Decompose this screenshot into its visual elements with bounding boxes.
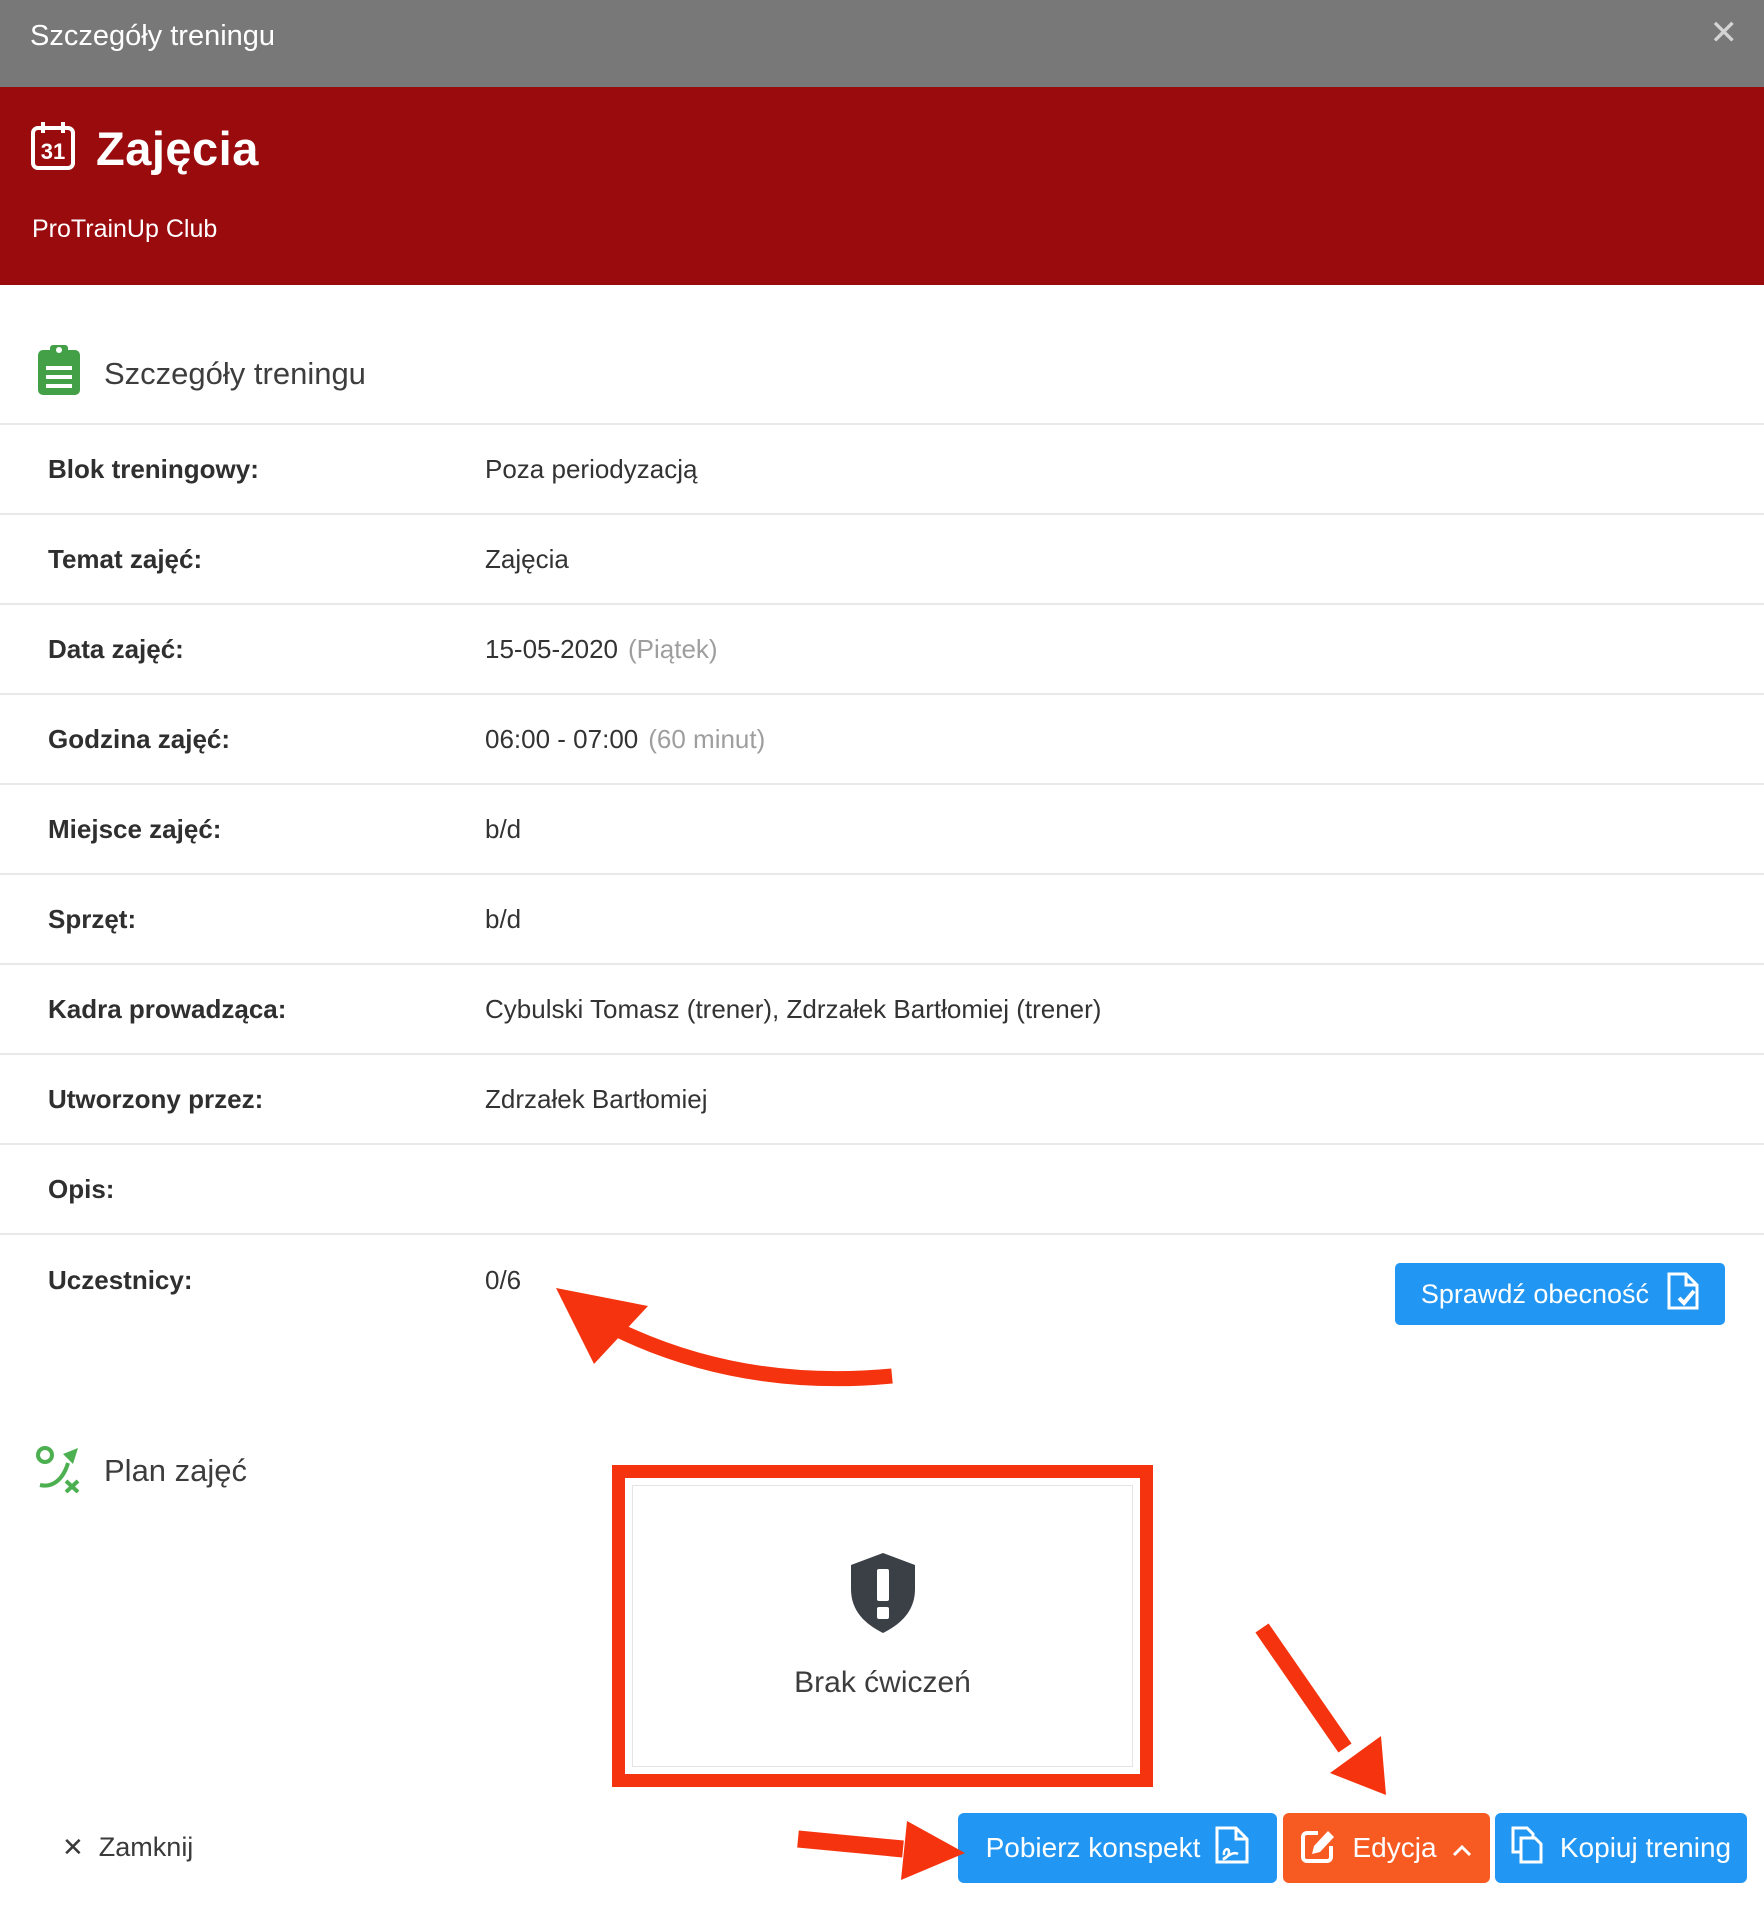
- edit-pencil-icon: [1301, 1827, 1337, 1870]
- shield-exclamation-icon: [851, 1553, 915, 1638]
- row-value-text: Zajęcia: [485, 544, 569, 574]
- copy-button-label: Kopiuj trening: [1560, 1832, 1731, 1864]
- table-row: Miejsce zajęć: b/d: [0, 783, 1764, 873]
- copy-training-button[interactable]: Kopiuj trening: [1495, 1813, 1747, 1883]
- row-label: Utworzony przez:: [0, 1084, 485, 1115]
- banner-title: Zajęcia: [96, 121, 259, 176]
- row-value: Zdrzałek Bartłomiej: [485, 1084, 718, 1115]
- table-row: Opis:: [0, 1143, 1764, 1233]
- modal-title: Szczegóły treningu: [30, 20, 275, 53]
- attendance-doc-check-icon: [1667, 1272, 1699, 1317]
- table-row: Temat zajęć: Zajęcia: [0, 513, 1764, 603]
- row-value: b/d: [485, 814, 531, 845]
- edit-button-label: Edycja: [1352, 1832, 1436, 1864]
- row-value-text: 06:00 - 07:00: [485, 724, 638, 754]
- row-label: Temat zajęć:: [0, 544, 485, 575]
- row-label: Opis:: [0, 1174, 485, 1205]
- row-value-text: Cybulski Tomasz (trener), Zdrzałek Bartł…: [485, 994, 1101, 1024]
- table-row: Data zajęć: 15-05-2020 (Piątek): [0, 603, 1764, 693]
- close-icon[interactable]: ✕: [1710, 16, 1739, 50]
- calendar-icon: 31: [30, 121, 76, 176]
- row-value-text: Zdrzałek Bartłomiej: [485, 1084, 708, 1114]
- details-section-heading: Szczegóły treningu: [36, 345, 366, 402]
- check-attendance-label: Sprawdź obecność: [1421, 1279, 1649, 1310]
- copy-icon: [1511, 1826, 1545, 1871]
- table-row: Godzina zajęć: 06:00 - 07:00 (60 minut): [0, 693, 1764, 783]
- download-button-label: Pobierz konspekt: [986, 1832, 1201, 1864]
- details-table: Blok treningowy: Poza periodyzacją Temat…: [0, 423, 1764, 1410]
- strategy-icon: [36, 1443, 82, 1498]
- row-value: Cybulski Tomasz (trener), Zdrzałek Bartł…: [485, 994, 1111, 1025]
- training-details-modal: Szczegóły treningu ✕ 31 Zajęcia ProTrain…: [0, 0, 1764, 1910]
- row-value: Zajęcia: [485, 544, 579, 575]
- pdf-file-icon: [1215, 1826, 1249, 1871]
- table-row: Kadra prowadząca: Cybulski Tomasz (trene…: [0, 963, 1764, 1053]
- chevron-up-icon: [1452, 1832, 1472, 1864]
- row-label: Blok treningowy:: [0, 454, 485, 485]
- row-label: Sprzęt:: [0, 904, 485, 935]
- row-value-muted: (60 minut): [648, 724, 765, 754]
- plan-heading-text: Plan zajęć: [104, 1453, 247, 1489]
- close-x-icon: ✕: [62, 1832, 84, 1863]
- row-value: 15-05-2020 (Piątek): [485, 634, 718, 665]
- row-value: [485, 1174, 495, 1205]
- banner-subtitle: ProTrainUp Club: [32, 215, 217, 244]
- row-label: Kadra prowadząca:: [0, 994, 485, 1025]
- row-value-text: b/d: [485, 814, 521, 844]
- modal-header: Szczegóły treningu ✕: [0, 0, 1764, 87]
- row-value-text: 15-05-2020: [485, 634, 618, 664]
- row-value-text: Poza periodyzacją: [485, 454, 697, 484]
- no-exercises-panel: Brak ćwiczeń: [632, 1485, 1133, 1767]
- table-row: Utworzony przez: Zdrzałek Bartłomiej: [0, 1053, 1764, 1143]
- row-label: Godzina zajęć:: [0, 724, 485, 755]
- banner-title-row: 31 Zajęcia: [30, 121, 259, 176]
- plan-section-heading: Plan zajęć: [36, 1443, 247, 1498]
- table-row: Blok treningowy: Poza periodyzacją: [0, 423, 1764, 513]
- close-link-label: Zamknij: [99, 1832, 194, 1863]
- event-banner: 31 Zajęcia ProTrainUp Club: [0, 87, 1764, 285]
- row-value-muted: (Piątek): [628, 634, 718, 664]
- row-label: Data zajęć:: [0, 634, 485, 665]
- row-value: Poza periodyzacją: [485, 454, 707, 485]
- row-value: 06:00 - 07:00 (60 minut): [485, 724, 765, 755]
- close-modal-link[interactable]: ✕ Zamknij: [62, 1832, 193, 1863]
- edit-button[interactable]: Edycja: [1283, 1813, 1490, 1883]
- participants-row: Uczestnicy: 0/6 Sprawdź obecność: [0, 1233, 1764, 1410]
- row-label: Uczestnicy:: [0, 1265, 485, 1296]
- no-exercises-text: Brak ćwiczeń: [794, 1666, 971, 1700]
- download-outline-button[interactable]: Pobierz konspekt: [958, 1813, 1277, 1883]
- table-row: Sprzęt: b/d: [0, 873, 1764, 963]
- row-value-text: b/d: [485, 904, 521, 934]
- participants-count: 0/6: [485, 1265, 521, 1296]
- svg-text:31: 31: [41, 139, 65, 164]
- no-exercises-annotation-box: Brak ćwiczeń: [612, 1465, 1153, 1787]
- details-heading-text: Szczegóły treningu: [104, 356, 366, 392]
- check-attendance-button[interactable]: Sprawdź obecność: [1395, 1263, 1725, 1325]
- row-value: b/d: [485, 904, 531, 935]
- clipboard-icon: [36, 345, 82, 402]
- row-label: Miejsce zajęć:: [0, 814, 485, 845]
